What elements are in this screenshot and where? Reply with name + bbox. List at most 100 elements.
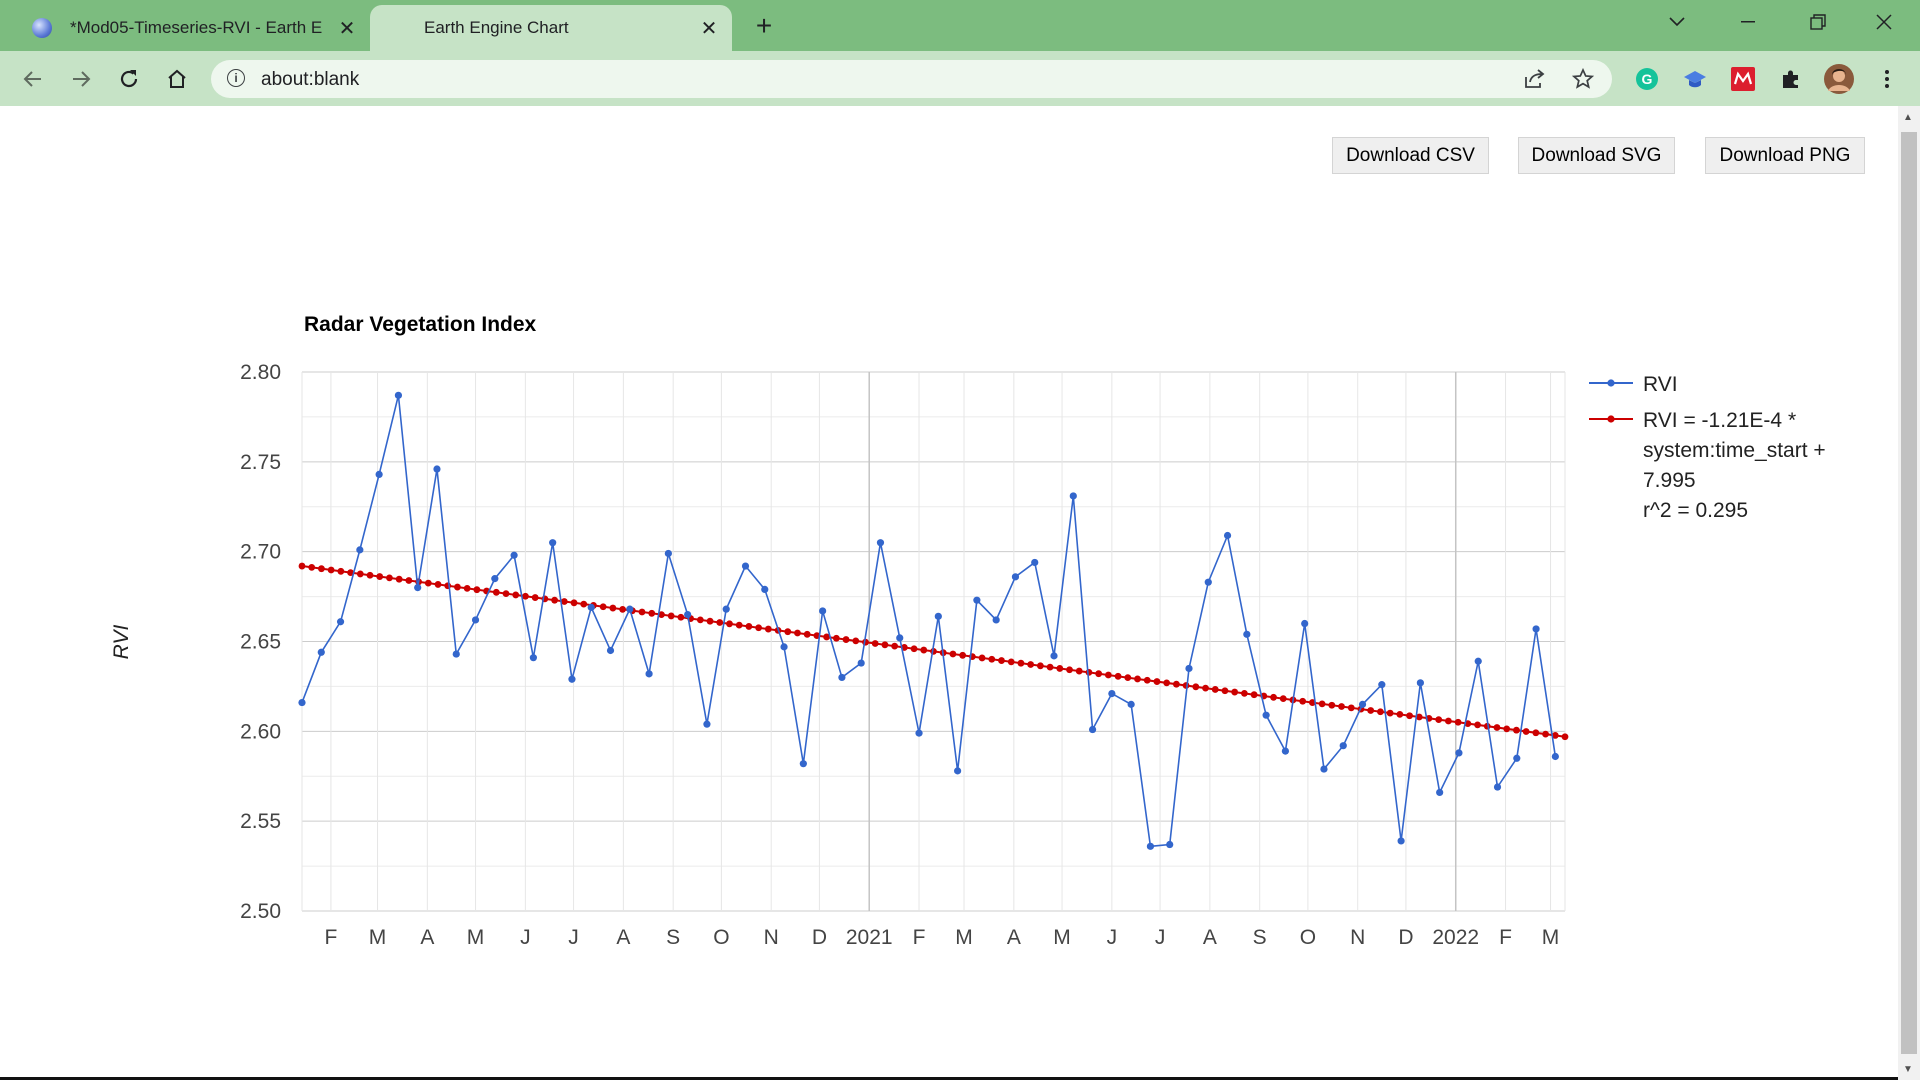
rvi-data-point: [1223, 531, 1232, 540]
rvi-data-point: [1185, 664, 1193, 673]
y-tick-label: 2.80: [240, 361, 281, 384]
extensions-puzzle-icon[interactable]: [1778, 66, 1804, 92]
tab-mod05-timeseries[interactable]: *Mod05-Timeseries-RVI - Earth E ✕: [14, 5, 370, 51]
legend-rvi-label: RVI: [1643, 373, 1678, 396]
rvi-data-point: [799, 760, 807, 768]
rvi-data-point: [298, 698, 306, 707]
restore-icon[interactable]: [1796, 8, 1840, 36]
x-tick-label: O: [1300, 926, 1316, 949]
forward-arrow-icon[interactable]: [63, 61, 99, 97]
rvi-data-point: [1243, 630, 1251, 638]
back-arrow-icon[interactable]: [15, 61, 51, 97]
trendline-point: [463, 584, 471, 592]
trendline-point: [1075, 667, 1083, 675]
trendline-point: [1153, 678, 1161, 685]
y-tick-label: 2.75: [240, 451, 281, 474]
rvi-data-point: [645, 670, 653, 678]
grammarly-extension-icon[interactable]: G: [1634, 66, 1660, 92]
tab-earth-engine-chart[interactable]: Earth Engine Chart ✕: [370, 5, 732, 51]
browser-toolbar: i about:blank G: [0, 51, 1920, 106]
rvi-data-point: [587, 603, 595, 611]
x-tick-label: A: [616, 926, 630, 949]
trendline-point: [696, 616, 704, 624]
x-tick-label: F: [913, 926, 926, 949]
tab-search-chevron-icon[interactable]: [1655, 8, 1699, 36]
trendline-point: [1085, 668, 1093, 676]
trendline-point: [473, 586, 481, 594]
new-tab-plus-icon[interactable]: +: [748, 10, 780, 42]
rvi-data-point: [433, 465, 441, 473]
rvi-data-point: [1416, 679, 1424, 687]
minimize-icon[interactable]: [1726, 8, 1770, 36]
reload-icon[interactable]: [111, 61, 147, 97]
x-tick-label: O: [713, 926, 729, 949]
mendeley-extension-icon[interactable]: [1730, 66, 1756, 92]
trendline-point: [1240, 689, 1248, 697]
x-tick-label: A: [420, 926, 434, 949]
rvi-data-point: [1358, 700, 1367, 708]
trendline-point: [531, 594, 539, 601]
legend-trend-label-line: r^2 = 0.295: [1643, 499, 1748, 522]
rvi-data-point: [1088, 725, 1097, 734]
trendline-point: [1532, 729, 1540, 737]
rvi-chart: Radar Vegetation Index RVI 2.80 2.75 2.70 2…: [110, 313, 1826, 949]
trendline-point: [386, 574, 393, 582]
rvi-data-point: [741, 562, 750, 570]
y-axis-label: RVI: [110, 625, 133, 660]
trendline-point: [551, 596, 558, 604]
rvi-data-point: [568, 675, 576, 683]
graduation-cap-extension-icon[interactable]: [1682, 66, 1708, 92]
rvi-data-point: [510, 551, 518, 559]
trendline-point: [735, 621, 743, 629]
rvi-data-point: [1532, 625, 1540, 633]
rvi-data-point: [452, 650, 460, 658]
rvi-data-point: [1146, 842, 1155, 850]
share-icon[interactable]: [1524, 69, 1546, 94]
profile-avatar[interactable]: [1823, 63, 1855, 95]
trendline-point: [852, 637, 860, 645]
trendline-point: [454, 583, 461, 591]
trendline-point: [1231, 688, 1239, 696]
rvi-data-point: [414, 584, 422, 592]
vertical-scrollbar[interactable]: ▲ ▼: [1898, 106, 1920, 1080]
close-window-icon[interactable]: [1862, 8, 1906, 36]
trendline-point: [376, 573, 384, 580]
trendline-point: [1192, 683, 1200, 691]
trendline-point: [881, 641, 889, 649]
scroll-down-arrow-icon[interactable]: ▼: [1903, 1064, 1913, 1075]
trendline-point: [492, 588, 500, 596]
trendline-point: [978, 654, 986, 662]
address-bar[interactable]: i about:blank: [211, 60, 1612, 98]
trendline-point: [726, 620, 733, 628]
rvi-data-point: [780, 643, 788, 651]
rvi-data-point: [1301, 619, 1309, 628]
close-tab-icon[interactable]: ✕: [694, 13, 724, 43]
trendline-point: [648, 609, 656, 617]
rvi-data-point: [529, 654, 537, 662]
close-tab-icon[interactable]: ✕: [332, 13, 362, 43]
browser-menu-kebab-icon[interactable]: [1874, 66, 1900, 92]
rvi-data-point: [1320, 765, 1328, 773]
trendline-point: [794, 629, 801, 637]
rvi-data-point: [1262, 711, 1270, 719]
rvi-data-point: [954, 767, 962, 775]
rvi-data-point: [1127, 700, 1135, 708]
y-tick-label: 2.70: [240, 541, 281, 564]
rvi-data-point: [317, 648, 325, 656]
rvi-data-point: [876, 539, 885, 547]
x-tick-label: J: [1107, 926, 1118, 949]
trendline-point: [803, 630, 811, 638]
scrollbar-thumb[interactable]: [1901, 132, 1917, 1054]
bookmark-star-icon[interactable]: [1571, 67, 1595, 95]
trendline-point: [716, 619, 724, 626]
trendline-point: [1250, 691, 1258, 699]
svg-text:G: G: [1642, 71, 1653, 87]
trendline-point: [434, 581, 442, 588]
home-icon[interactable]: [159, 61, 195, 97]
trendline-point: [1134, 675, 1141, 683]
trendline-point: [1124, 674, 1132, 682]
trendline-point: [1114, 672, 1122, 680]
trendline-point: [1202, 684, 1209, 692]
scroll-up-arrow-icon[interactable]: ▲: [1903, 112, 1913, 123]
site-info-icon[interactable]: i: [227, 69, 245, 87]
